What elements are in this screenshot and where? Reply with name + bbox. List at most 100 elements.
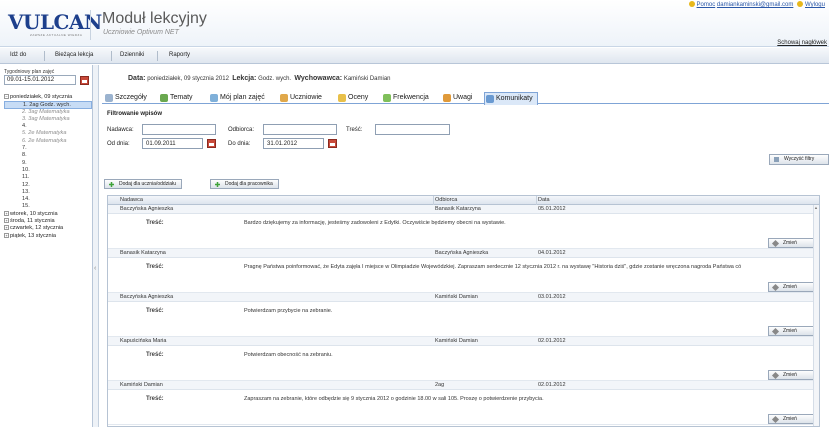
logo-text: VULCAN <box>8 10 102 34</box>
tree-lesson[interactable]: 10. <box>4 167 92 174</box>
help-link[interactable]: Pomoc <box>697 2 716 8</box>
message-sender: Baczyńska Agnieszka <box>120 294 174 300</box>
menu-divider <box>157 51 158 61</box>
message-row[interactable]: Kapuścińska Maria Kamiński Damian 02.01.… <box>108 337 819 381</box>
message-sender: Banasik Katarzyna <box>120 250 166 256</box>
menu-journals[interactable]: Dzienniki <box>120 52 144 58</box>
content-label: Treść: <box>146 220 164 226</box>
sender-input[interactable] <box>142 124 216 135</box>
message-content: Potwierdzam obecność na zebraniu. <box>244 352 333 358</box>
message-sender: Kapuścińska Maria <box>120 338 167 344</box>
magnifier-icon <box>105 94 113 102</box>
tree-lesson[interactable]: 12. <box>4 182 92 189</box>
add-for-staff-button[interactable]: Dodaj dla pracownika <box>210 179 279 189</box>
pencil-icon <box>771 371 780 380</box>
column-date[interactable]: Data <box>538 197 550 203</box>
menu-divider <box>44 51 45 61</box>
tree-day-thursday[interactable]: + czwartek, 12 stycznia <box>4 225 92 232</box>
change-button[interactable]: Zmień <box>768 370 815 380</box>
tree-lesson[interactable]: 11. <box>4 174 92 181</box>
tree-day-tuesday[interactable]: + wtorek, 10 stycznia <box>4 210 92 218</box>
menu-bar: Idź do Bieżąca lekcja Dzienniki Raporty <box>0 48 829 64</box>
tree-lesson[interactable]: 4. <box>4 123 92 130</box>
hide-header-link[interactable]: Schowaj nagłówek <box>777 40 827 46</box>
vulcan-logo: VULCAN ZAWSZE AKTUALNE WIEDZA <box>8 12 102 37</box>
expand-icon[interactable]: + <box>4 232 9 238</box>
logout-link[interactable]: Wylogu <box>805 2 825 8</box>
tab-details[interactable]: Szczegóły <box>104 92 147 104</box>
change-button[interactable]: Zmień <box>768 238 815 248</box>
column-sender[interactable]: Nadawca <box>120 197 143 203</box>
message-header: Baczyńska Agnieszka Banasik Katarzyna 05… <box>108 205 819 214</box>
message-row[interactable]: Banasik Katarzyna Baczyńska Agnieszka 04… <box>108 249 819 293</box>
content-input[interactable] <box>375 124 450 135</box>
expand-icon[interactable]: + <box>4 225 9 231</box>
tab-grades[interactable]: Oceny <box>337 92 368 104</box>
pencil-icon <box>771 415 780 424</box>
column-divider <box>433 196 434 205</box>
week-input[interactable]: 09.01-15.01.2012 <box>4 75 76 85</box>
expand-icon[interactable]: + <box>4 210 9 216</box>
tab-students[interactable]: Uczniowie <box>279 92 322 104</box>
calendar-icon[interactable] <box>328 139 337 148</box>
tree-lesson[interactable]: 2. 3ag Matematyka <box>4 109 92 116</box>
add-for-student-button[interactable]: Dodaj dla ucznia/oddziału <box>104 179 182 189</box>
tree-lesson[interactable]: 6. 2e Matematyka <box>4 138 92 145</box>
message-date: 05.01.2012 <box>538 206 566 212</box>
expand-icon[interactable]: + <box>4 218 9 224</box>
tree-lesson[interactable]: 14. <box>4 196 92 203</box>
tree-day-wednesday[interactable]: + środa, 11 stycznia <box>4 218 92 225</box>
filter-title: Filtrowanie wpisów <box>107 111 163 117</box>
calendar-icon[interactable] <box>207 139 216 148</box>
message-row[interactable]: Kamiński Damian 2ag 02.01.2012 Treść: Za… <box>108 381 819 425</box>
message-recipient: 2ag <box>435 382 445 388</box>
column-divider <box>536 196 537 205</box>
table-scrollbar[interactable] <box>813 205 819 426</box>
messages-icon <box>486 95 494 103</box>
message-sender: Baczyńska Agnieszka <box>120 206 174 212</box>
tree-day-monday[interactable]: − poniedziałek, 09 stycznia <box>4 94 92 101</box>
tab-topics[interactable]: Tematy <box>159 92 193 104</box>
tree-lesson[interactable]: 13. <box>4 189 92 196</box>
tab-my-plan[interactable]: Mój plan zajęć <box>209 92 265 104</box>
tree-lesson[interactable]: 1. 2ag Godz. wych. <box>4 101 92 109</box>
lesson-date: poniedziałek, 09 stycznia 2012 <box>147 76 229 82</box>
tree-lesson[interactable]: 15. <box>4 203 92 210</box>
menu-current-lesson[interactable]: Bieżąca lekcja <box>55 52 93 58</box>
clear-filters-button[interactable]: Wyczyść filtry <box>769 154 829 165</box>
header-divider <box>90 10 91 40</box>
content-label: Treść: <box>146 396 164 402</box>
app-header: VULCAN ZAWSZE AKTUALNE WIEDZA Moduł lekc… <box>0 0 829 47</box>
change-button[interactable]: Zmień <box>768 326 815 336</box>
tab-remarks[interactable]: Uwagi <box>442 92 472 104</box>
collapse-icon[interactable]: − <box>4 94 9 99</box>
user-email-link[interactable]: damiankaminski@gmail.com <box>717 2 793 8</box>
recipient-input[interactable] <box>263 124 337 135</box>
week-selector: Tygodniowy plan zajęć 09.01-15.01.2012 <box>4 69 90 91</box>
tree-lesson[interactable]: 7. <box>4 145 92 152</box>
tree-day-friday[interactable]: + piątek, 13 stycznia <box>4 232 92 240</box>
students-icon <box>280 94 288 102</box>
plus-icon <box>109 182 114 187</box>
to-date-input[interactable]: 31.01.2012 <box>263 138 324 149</box>
schedule-tree: − poniedziałek, 09 stycznia 1. 2ag Godz. … <box>4 94 92 240</box>
tab-messages[interactable]: Komunikaty <box>484 92 538 105</box>
message-header: Kapuścińska Maria Kamiński Damian 02.01.… <box>108 337 819 346</box>
menu-goto[interactable]: Idź do <box>10 52 26 58</box>
change-button[interactable]: Zmień <box>768 282 815 292</box>
tree-lesson[interactable]: 3. 3ag Matematyka <box>4 116 92 123</box>
message-row[interactable]: Baczyńska Agnieszka Kamiński Damian 03.0… <box>108 293 819 337</box>
tab-attendance[interactable]: Frekwencja <box>382 92 429 104</box>
from-date-input[interactable]: 01.09.2011 <box>142 138 203 149</box>
calendar-icon[interactable] <box>80 76 89 85</box>
change-button[interactable]: Zmień <box>768 414 815 424</box>
topics-icon <box>160 94 168 102</box>
tree-lesson[interactable]: 5. 2e Matematyka <box>4 130 92 137</box>
messages-table: Nadawca Odbiorca Data Baczyńska Agnieszk… <box>107 195 820 427</box>
tree-lesson[interactable]: 9. <box>4 160 92 167</box>
column-recipient[interactable]: Odbiorca <box>435 197 457 203</box>
message-row[interactable]: Baczyńska Agnieszka Banasik Katarzyna 05… <box>108 205 819 249</box>
tree-lesson[interactable]: 8. <box>4 152 92 159</box>
menu-reports[interactable]: Raporty <box>169 52 190 58</box>
message-header: Baczyńska Agnieszka Kamiński Damian 03.0… <box>108 293 819 302</box>
